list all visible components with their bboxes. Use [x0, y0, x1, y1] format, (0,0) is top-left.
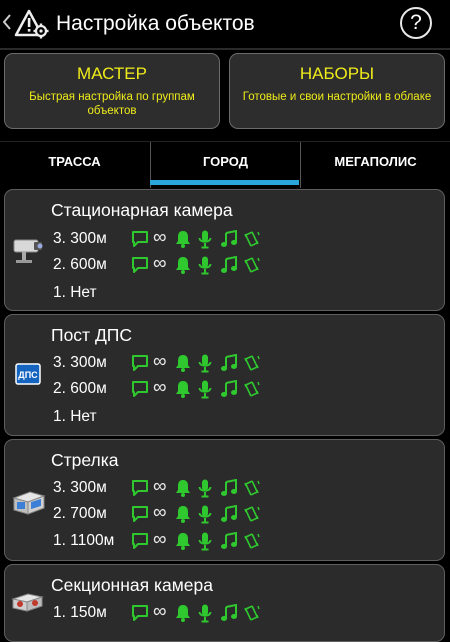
vibrate-icon — [244, 256, 260, 279]
object-card-police-post[interactable]: Пост ДПС ДПС 3. 300м ∞ 2. 600м ∞ 1. Нет — [4, 314, 445, 436]
sets-subtitle: Готовые и свои настройки в облаке — [242, 91, 432, 103]
app-bar: Настройка объектов ? — [0, 0, 450, 50]
message-icon — [131, 380, 149, 403]
microphone-icon — [198, 230, 212, 254]
strelka-radar-icon — [10, 488, 48, 523]
microphone-icon — [198, 354, 212, 378]
infinity-icon: ∞ — [153, 377, 167, 398]
distance-row[interactable]: 1. 150м ∞ — [53, 602, 433, 624]
master-title: МАСТЕР — [77, 64, 147, 83]
distance-label: 3. 300м — [53, 479, 107, 496]
help-button[interactable]: ? — [400, 7, 432, 39]
bell-icon — [175, 505, 191, 528]
message-icon — [131, 479, 149, 502]
object-title: Стационарная камера — [51, 200, 233, 220]
sets-button[interactable]: НАБОРЫ Готовые и свои настройки в облаке — [229, 53, 445, 129]
microphone-icon — [198, 604, 212, 628]
infinity-icon: ∞ — [153, 253, 167, 274]
message-icon — [131, 505, 149, 528]
music-note-icon — [220, 353, 238, 377]
distance-label: 2. 600м — [53, 256, 107, 273]
distance-label: 1. Нет — [53, 408, 97, 425]
sets-title: НАБОРЫ — [299, 64, 375, 83]
distance-row[interactable]: 2. 600м ∞ — [53, 254, 433, 276]
bell-icon — [175, 380, 191, 403]
distance-label: 2. 700м — [53, 505, 107, 522]
section-camera-icon — [10, 589, 46, 620]
distance-row[interactable]: 3. 300м ∞ — [53, 477, 433, 499]
distance-label: 1. 150м — [53, 604, 107, 621]
microphone-icon — [198, 479, 212, 503]
distance-label: 1. Нет — [53, 284, 97, 301]
message-icon — [131, 354, 149, 377]
vibrate-icon — [244, 532, 260, 555]
object-card-strelka[interactable]: Стрелка 3. 300м ∞ 2. 700м ∞ 1. 1100м ∞ — [4, 439, 445, 561]
distance-label: 3. 300м — [53, 354, 107, 371]
object-card-fixed-camera[interactable]: Стационарная камера 3. 300м ∞ 2. 600м ∞ … — [4, 189, 445, 311]
vibrate-icon — [244, 479, 260, 502]
infinity-icon: ∞ — [153, 502, 167, 523]
microphone-icon — [198, 380, 212, 404]
tab-trassa[interactable]: ТРАССА — [0, 142, 149, 188]
microphone-icon — [198, 532, 212, 556]
music-note-icon — [220, 229, 238, 253]
distance-row[interactable]: 1. 1100м ∞ — [53, 530, 433, 552]
vibrate-icon — [244, 230, 260, 253]
infinity-icon: ∞ — [153, 227, 167, 248]
bell-icon — [175, 479, 191, 502]
master-button[interactable]: МАСТЕР Быстрая настройка по группам объе… — [4, 53, 220, 129]
distance-row[interactable]: 2. 600м ∞ — [53, 378, 433, 400]
music-note-icon — [220, 255, 238, 279]
message-icon — [131, 532, 149, 555]
distance-row[interactable]: 1. Нет — [53, 406, 433, 428]
distance-label: 1. 1100м — [53, 532, 115, 549]
bell-icon — [175, 230, 191, 253]
distance-row[interactable]: 2. 700м ∞ — [53, 503, 433, 525]
tab-megapolis[interactable]: МЕГАПОЛИС — [300, 142, 450, 188]
music-note-icon — [220, 379, 238, 403]
infinity-icon: ∞ — [153, 351, 167, 372]
bell-icon — [175, 354, 191, 377]
chevron-left-icon[interactable] — [2, 14, 11, 35]
distance-label: 3. 300м — [53, 230, 107, 247]
infinity-icon: ∞ — [153, 529, 167, 550]
object-title: Пост ДПС — [51, 325, 133, 345]
distance-row[interactable]: 3. 300м ∞ — [53, 228, 433, 250]
music-note-icon — [220, 603, 238, 627]
message-icon — [131, 604, 149, 627]
microphone-icon — [198, 505, 212, 529]
bell-icon — [175, 256, 191, 279]
distance-row[interactable]: 3. 300м ∞ — [53, 352, 433, 374]
police-post-icon-text: ДПС — [18, 370, 38, 380]
music-note-icon — [220, 504, 238, 528]
microphone-icon — [198, 256, 212, 280]
police-post-icon: ДПС — [15, 363, 41, 390]
object-title: Секционная камера — [51, 575, 213, 595]
vibrate-icon — [244, 505, 260, 528]
vibrate-icon — [244, 354, 260, 377]
bell-icon — [175, 604, 191, 627]
object-title: Стрелка — [51, 450, 119, 470]
message-icon — [131, 230, 149, 253]
distance-label: 2. 600м — [53, 380, 107, 397]
vibrate-icon — [244, 604, 260, 627]
infinity-icon: ∞ — [153, 476, 167, 497]
object-card-section-camera[interactable]: Секционная камера 1. 150м ∞ — [4, 564, 445, 642]
warning-gear-icon[interactable] — [14, 9, 50, 44]
page-title: Настройка объектов — [56, 12, 255, 35]
infinity-icon: ∞ — [153, 601, 167, 622]
bell-icon — [175, 532, 191, 555]
distance-row[interactable]: 1. Нет — [53, 282, 433, 304]
music-note-icon — [220, 478, 238, 502]
active-tab-indicator — [150, 180, 299, 185]
fixed-camera-icon — [10, 236, 46, 271]
vibrate-icon — [244, 380, 260, 403]
message-icon — [131, 256, 149, 279]
master-subtitle: Быстрая настройка по группам объектов — [29, 91, 195, 117]
music-note-icon — [220, 531, 238, 555]
